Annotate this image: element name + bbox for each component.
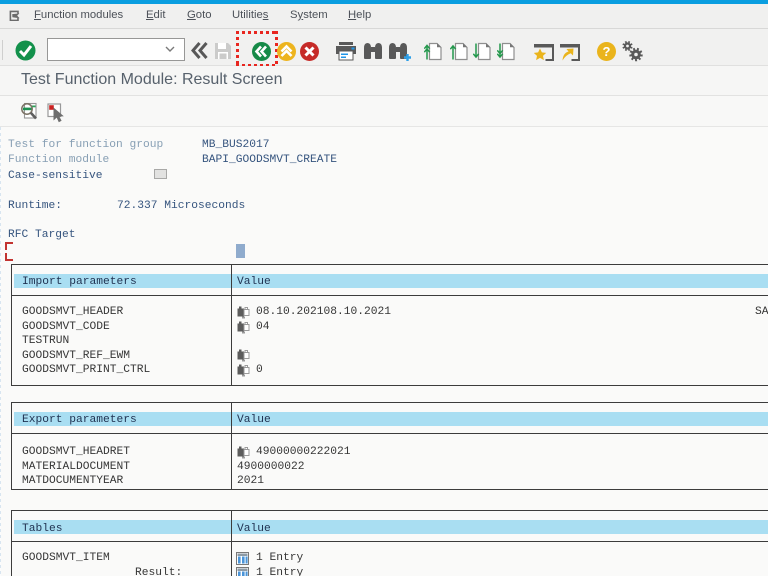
svg-text:?: ? xyxy=(603,44,611,59)
